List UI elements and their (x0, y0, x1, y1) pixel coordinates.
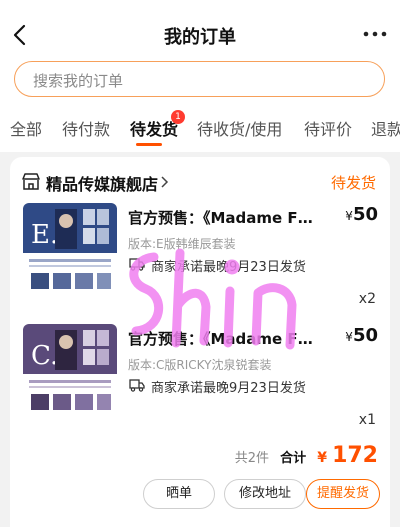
change-address-button[interactable]: 修改地址 (224, 479, 306, 509)
product-variant: 版本:C版RICKY沈泉锐套装 (128, 358, 272, 372)
top-bar: 我的订单 搜索我的订单 全部 待付款 待发货 1 待收货/使用 待评价 退款 (0, 0, 400, 152)
truck-icon (129, 258, 145, 271)
store-name[interactable]: 精品传媒旗舰店 (46, 171, 158, 195)
remind-shipment-button[interactable]: 提醒发货 (306, 479, 380, 509)
order-card: 精品传媒旗舰店 待发货 E. 官方预售：《Madame Fig ¥50 版本:E… (10, 157, 390, 527)
order-summary: 共2件 合计 ¥ 172 (235, 443, 378, 471)
tab-all[interactable]: 全部 (10, 116, 42, 140)
truck-icon (129, 379, 145, 392)
product-thumbnail[interactable]: C. (23, 324, 117, 418)
order-item[interactable]: C. 官方预售：《Madame Figaro》 ¥50 版本:C版RICKY沈泉… (10, 324, 390, 444)
product-variant: 版本:E版韩维辰套装 (128, 237, 236, 251)
tab-pending-review[interactable]: 待评价 (304, 116, 352, 140)
tab-pending-receipt[interactable]: 待收货/使用 (197, 116, 282, 140)
product-price: ¥50 (345, 204, 378, 225)
product-quantity: x1 (358, 412, 376, 428)
tab-badge: 1 (171, 110, 185, 124)
ship-promise: 商家承诺最晚9月23日发货 (151, 260, 306, 275)
search-placeholder: 搜索我的订单 (33, 72, 124, 90)
thumb-letter: E. (31, 220, 58, 250)
tab-refund[interactable]: 退款 (371, 116, 400, 140)
order-item[interactable]: E. 官方预售：《Madame Figaro》 ¥50 版本:E版韩维辰套装 (10, 203, 390, 323)
total-label: 合计 (280, 451, 307, 466)
product-thumbnail[interactable]: E. (23, 203, 117, 297)
thumb-letter: C. (31, 341, 58, 371)
product-title[interactable]: 官方预售：《Madame Figaro》 (128, 328, 313, 349)
order-status: 待发货 (330, 174, 376, 192)
total-amount: 172 (332, 443, 378, 468)
active-tab-indicator (136, 143, 162, 146)
product-quantity: x2 (358, 291, 376, 307)
store-icon (22, 173, 40, 190)
total-currency: ¥ (317, 450, 327, 466)
order-tabs: 全部 待付款 待发货 1 待收货/使用 待评价 退款 (0, 108, 400, 148)
product-price: ¥50 (345, 325, 378, 346)
search-input[interactable]: 搜索我的订单 (14, 61, 385, 97)
item-count: 共2件 (234, 451, 270, 466)
more-dots-icon (363, 31, 387, 37)
page-title: 我的订单 (164, 27, 236, 48)
product-title[interactable]: 官方预售：《Madame Figaro》 (128, 207, 313, 228)
more-button[interactable] (362, 24, 388, 44)
tab-pending-payment[interactable]: 待付款 (62, 116, 110, 140)
ship-promise: 商家承诺最晚9月23日发货 (151, 381, 306, 396)
share-review-button[interactable]: 晒单 (143, 479, 215, 509)
chevron-right-icon (161, 176, 169, 188)
